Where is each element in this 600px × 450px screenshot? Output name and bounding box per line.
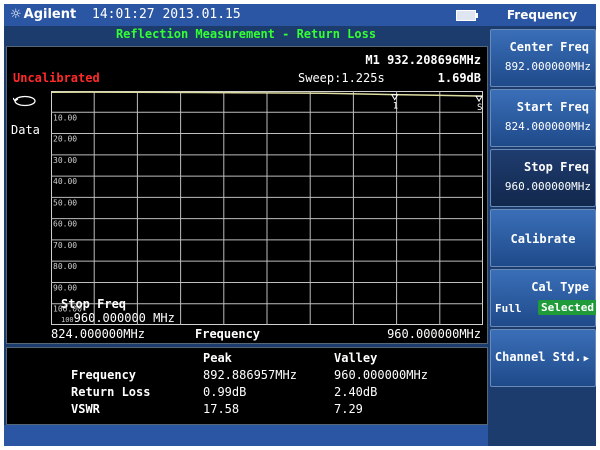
x-axis-end-label: 960.000000MHz [387,327,481,341]
stop-freq-entry-number: 960.000000 MHz [73,311,175,325]
y-tick-label: 70.00 [53,241,77,250]
datetime: 14:01:27 2013.01.15 [92,7,241,22]
stop-freq-button[interactable]: Stop Freq 960.000000MHz [490,149,596,207]
valley-return-loss: 2.40dB [334,385,378,399]
stop-freq-label: Stop Freq [523,160,589,174]
sun-icon: ☼ [10,7,22,22]
row-label-return-loss: Return Loss [71,385,151,399]
stop-freq-entry: Stop Freq 100960.000000 MHz [61,297,175,327]
column-header-valley: Valley [334,351,378,365]
center-freq-value: 892.000000MHz [504,60,591,73]
bottom-status-bar [4,425,488,446]
column-header-peak: Peak [203,351,232,365]
calibration-status: Uncalibrated [13,71,100,85]
start-freq-label: Start Freq [516,100,589,114]
trace-data-label: Data [11,123,40,137]
cal-type-option-full: Full [495,302,522,315]
marker-value: 1.69dB [437,71,481,85]
y-tick-label: 60.00 [53,220,77,229]
stop-freq-entry-title: Stop Freq [61,297,127,311]
valley-frequency: 960.000000MHz [334,368,428,382]
stop-freq-entry-value: 100960.000000 MHz [61,311,175,327]
calibrate-label: Calibrate [510,232,576,246]
brand-text: Agilent [23,7,77,22]
stop-freq-value: 960.000000MHz [504,180,591,193]
marker-label: S [477,103,482,113]
marker-symbol [475,95,483,103]
y-tick-label: 80.00 [53,262,77,271]
calibrate-button[interactable]: Calibrate [490,209,596,267]
peak-frequency: 892.886957MHz [203,368,297,382]
measurement-title: Reflection Measurement - Return Loss [115,27,377,41]
center-freq-label: Center Freq [509,40,589,54]
battery-icon [456,10,478,21]
row-label-vswr: VSWR [71,402,100,416]
cal-type-label: Cal Type [531,280,589,294]
brand-logo: ☼ Agilent [10,7,76,22]
cal-type-button[interactable]: Cal Type Full Selected [490,269,596,327]
center-freq-button[interactable]: Center Freq 892.000000MHz [490,29,596,87]
peak-return-loss: 0.99dB [203,385,247,399]
channel-std-button[interactable]: Channel Std. ▶ [490,329,596,387]
channel-std-text: Channel Std. [494,350,582,364]
measurement-title-bar: Reflection Measurement - Return Loss [4,26,488,44]
x-axis-start-label: 824.000000MHz [51,327,145,341]
marker-readout: M1 932.208696MHz [365,53,481,67]
analyzer-screen: ☼ Agilent 14:01:27 2013.01.15 Reflection … [4,4,596,446]
cal-type-option-selected: Selected [538,300,596,315]
valley-vswr: 7.29 [334,402,363,416]
y-tick-label: 30.00 [53,156,77,165]
channel-std-label: Channel Std. ▶ [495,350,589,364]
start-freq-button[interactable]: Start Freq 824.000000MHz [490,89,596,147]
y-tick-label: 50.00 [53,198,77,207]
x-axis-title: Frequency [195,327,261,341]
y-tick-label: 90.00 [53,283,77,292]
chart-panel[interactable]: M1 932.208696MHz Uncalibrated Sweep:1.22… [6,46,488,344]
submenu-arrow-icon: ▶ [583,354,589,364]
results-table: Peak Valley Frequency 892.886957MHz 960.… [6,347,488,425]
row-label-frequency: Frequency [71,368,137,382]
top-status-bar: ☼ Agilent 14:01:27 2013.01.15 [4,4,488,26]
marker-label: 1 [393,102,398,112]
cycle-icon [13,95,36,107]
start-freq-value: 824.000000MHz [504,120,591,133]
stop-freq-entry-prefix: 100 [61,316,74,324]
sweep-time: Sweep:1.225s [298,71,385,85]
y-tick-label: 10.00 [53,113,77,122]
peak-vswr: 17.58 [203,402,240,416]
plot-area[interactable]: 10.00 20.00 30.00 40.00 50.00 60.00 70.00 80.00… [51,91,483,325]
softkey-menu: Frequency Center Freq 892.000000MHz Star… [488,4,596,446]
y-tick-label: 20.00 [53,135,77,144]
menu-title: Frequency [488,4,596,26]
y-tick-label: 40.00 [53,177,77,186]
